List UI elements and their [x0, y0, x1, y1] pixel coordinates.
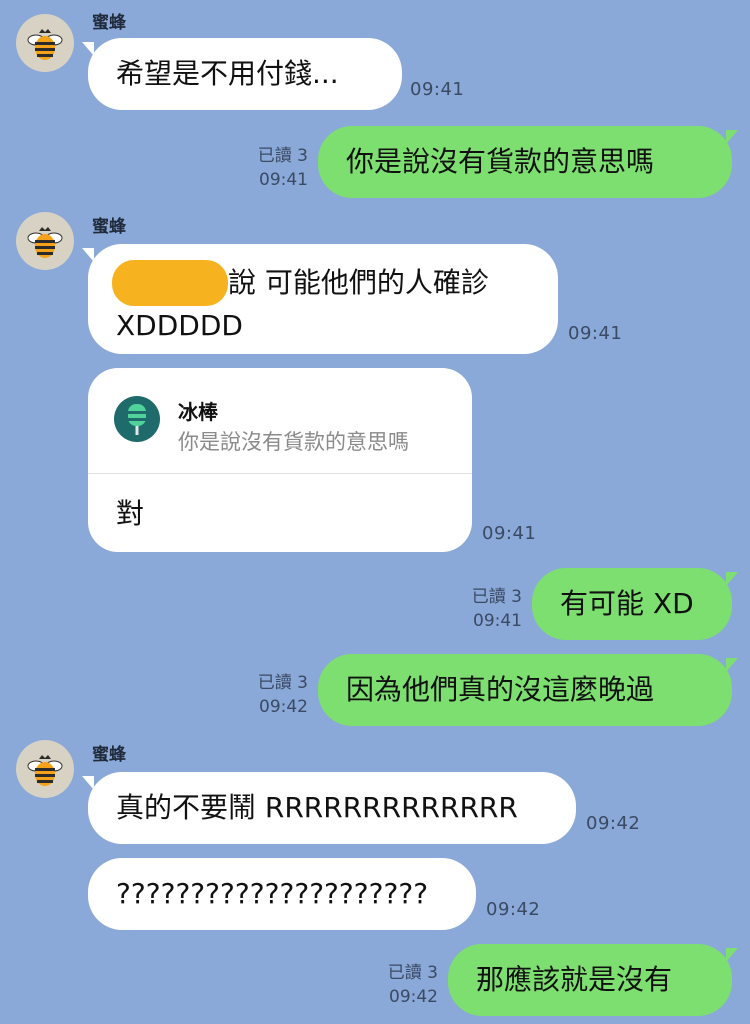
- sender-name: 蜜蜂: [92, 745, 126, 765]
- message-bubble-outgoing[interactable]: 有可能 XD: [532, 568, 732, 640]
- message-time: 09:41: [473, 611, 522, 631]
- message-time: 09:42: [486, 899, 541, 920]
- message-time: 09:41: [482, 523, 537, 544]
- message-time: 09:42: [389, 987, 438, 1007]
- bee-icon: [27, 227, 63, 258]
- bubble-tail: [726, 948, 738, 962]
- message-text: 你是說沒有貨款的意思嗎: [346, 145, 655, 178]
- read-receipt: 已讀 3 09:41: [240, 144, 308, 192]
- message-bubble-outgoing[interactable]: 因為他們真的沒這麼晚過: [318, 654, 732, 726]
- bee-icon: [27, 29, 63, 60]
- reply-divider: [88, 473, 472, 474]
- message-text: XDDDDD: [116, 309, 243, 342]
- read-receipt: 已讀 3 09:42: [240, 671, 308, 719]
- message-time: 09:41: [410, 79, 465, 100]
- message-bubble-incoming[interactable]: 說 可能他們的人確診 XDDDDD: [88, 244, 558, 354]
- read-label: 已讀 3: [387, 963, 438, 983]
- message-bubble-incoming[interactable]: 真的不要鬧 RRRRRRRRRRRRR: [88, 772, 576, 844]
- message-text: ?????????????????????: [116, 877, 429, 910]
- message-bubble-incoming[interactable]: ?????????????????????: [88, 858, 476, 930]
- read-receipt: 已讀 3 09:42: [370, 961, 438, 1009]
- bubble-tail: [726, 572, 738, 586]
- message-text: 對: [116, 497, 145, 530]
- contact-avatar[interactable]: [16, 14, 74, 72]
- reply-quote-text: 你是說沒有貨款的意思嗎: [178, 430, 409, 454]
- bubble-tail: [726, 658, 738, 672]
- popsicle-icon: [128, 404, 146, 435]
- message-text: 因為他們真的沒這麼晚過: [346, 673, 655, 706]
- message-text: 有可能 XD: [560, 587, 694, 620]
- message-text: 說 可能他們的人確診: [228, 266, 489, 299]
- reply-message-bubble[interactable]: 冰棒 你是說沒有貨款的意思嗎 對: [88, 368, 472, 552]
- contact-avatar[interactable]: [16, 740, 74, 798]
- redaction-mark: [112, 260, 228, 306]
- message-time: 09:41: [259, 170, 308, 190]
- sender-name: 蜜蜂: [92, 217, 126, 237]
- message-time: 09:42: [259, 697, 308, 717]
- bee-icon: [27, 755, 63, 786]
- message-bubble-outgoing[interactable]: 你是說沒有貨款的意思嗎: [318, 126, 732, 198]
- message-time: 09:42: [586, 813, 641, 834]
- contact-avatar[interactable]: [16, 212, 74, 270]
- read-label: 已讀 3: [471, 587, 522, 607]
- message-text: 希望是不用付錢...: [116, 57, 339, 90]
- sender-name: 蜜蜂: [92, 13, 126, 33]
- reply-sender-name: 冰棒: [178, 400, 218, 424]
- message-text: 真的不要鬧 RRRRRRRRRRRRR: [116, 791, 518, 824]
- read-label: 已讀 3: [257, 146, 308, 166]
- reply-avatar: [114, 396, 160, 442]
- message-line: 說 可能他們的人確診: [112, 260, 530, 306]
- message-bubble-outgoing[interactable]: 那應該就是沒有: [448, 944, 732, 1016]
- message-time: 09:41: [568, 323, 623, 344]
- message-text: 那應該就是沒有: [476, 963, 673, 996]
- read-receipt: 已讀 3 09:41: [456, 585, 522, 633]
- message-bubble-incoming[interactable]: 希望是不用付錢...: [88, 38, 402, 110]
- bubble-tail: [726, 130, 738, 144]
- read-label: 已讀 3: [257, 673, 308, 693]
